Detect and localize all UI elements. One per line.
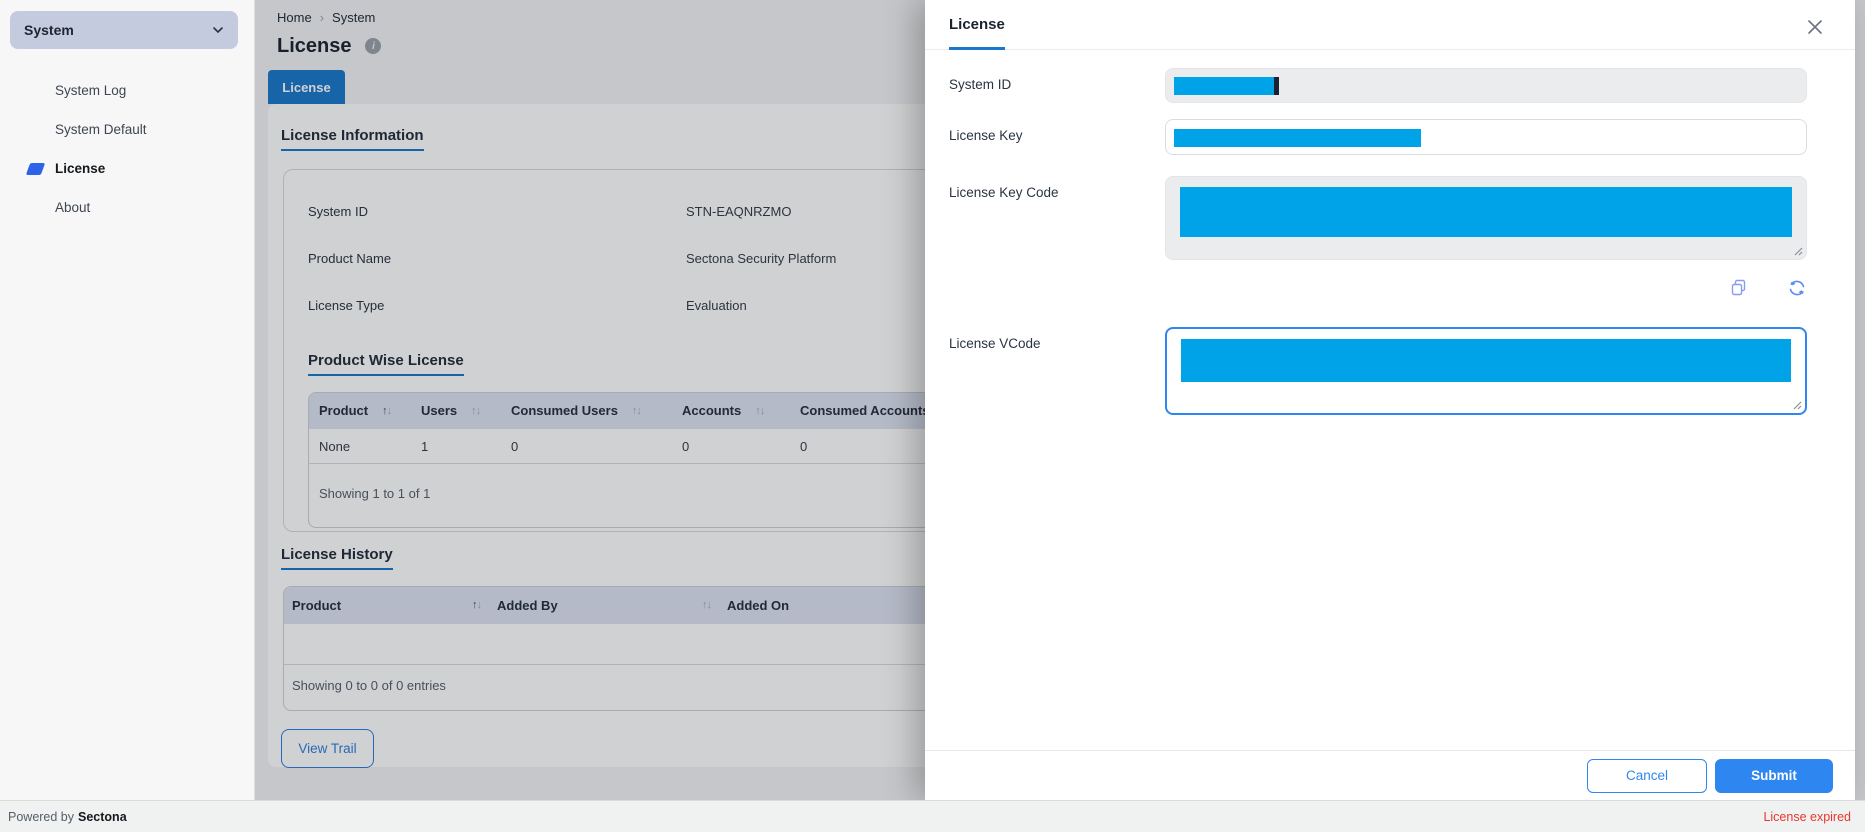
- sidebar-item-label: About: [55, 200, 90, 215]
- sidebar-section-system[interactable]: System: [10, 11, 238, 49]
- cancel-button[interactable]: Cancel: [1587, 759, 1707, 793]
- sidebar-item-license[interactable]: License: [0, 149, 254, 188]
- redacted-value: [1180, 187, 1792, 237]
- close-icon[interactable]: [1805, 17, 1825, 37]
- license-vcode-label: License VCode: [949, 327, 1165, 415]
- redacted-value: [1181, 339, 1791, 382]
- sidebar-item-label: License: [55, 161, 105, 176]
- sidebar-item-label: System Log: [55, 83, 126, 98]
- drawer-title: License: [949, 16, 1005, 33]
- sidebar-section-label: System: [24, 22, 74, 38]
- copy-icon[interactable]: [1729, 278, 1749, 298]
- resize-handle[interactable]: [1792, 400, 1802, 410]
- brand-name: Sectona: [78, 810, 127, 824]
- system-id-label: System ID: [949, 68, 1165, 103]
- sidebar-item-about[interactable]: About: [0, 188, 254, 227]
- license-drawer: License System ID License Key: [925, 0, 1855, 800]
- key-code-actions: [1165, 278, 1807, 298]
- resize-handle[interactable]: [1793, 246, 1803, 256]
- active-tab-underline: [949, 47, 1005, 50]
- system-id-field[interactable]: [1165, 68, 1807, 103]
- license-key-field[interactable]: [1165, 119, 1807, 155]
- sidebar-item-system-default[interactable]: System Default: [0, 110, 254, 149]
- powered-by: Powered by Sectona: [8, 810, 127, 824]
- drawer-header: License: [925, 0, 1855, 50]
- license-status-text: License expired: [1763, 810, 1851, 824]
- sidebar-item-system-log[interactable]: System Log: [0, 71, 254, 110]
- redacted-value: [1174, 129, 1421, 147]
- drawer-footer: Cancel Submit: [925, 750, 1855, 800]
- submit-button[interactable]: Submit: [1715, 759, 1833, 793]
- sidebar-items: System Log System Default License About: [0, 71, 254, 227]
- refresh-icon[interactable]: [1787, 278, 1807, 298]
- license-key-code-textarea[interactable]: [1165, 176, 1807, 260]
- sidebar: System System Log System Default License…: [0, 0, 255, 800]
- app-root: System System Log System Default License…: [0, 0, 1865, 832]
- license-key-code-label: License Key Code: [949, 176, 1165, 298]
- powered-by-text: Powered by: [8, 810, 74, 824]
- license-key-label: License Key: [949, 119, 1165, 155]
- app-footer: Powered by Sectona License expired: [0, 800, 1865, 832]
- license-vcode-textarea[interactable]: [1165, 327, 1807, 415]
- chevron-down-icon: [212, 24, 224, 36]
- redacted-value: [1174, 77, 1274, 95]
- sidebar-item-label: System Default: [55, 122, 147, 137]
- text-cursor: [1274, 77, 1279, 95]
- active-item-icon: [26, 163, 45, 175]
